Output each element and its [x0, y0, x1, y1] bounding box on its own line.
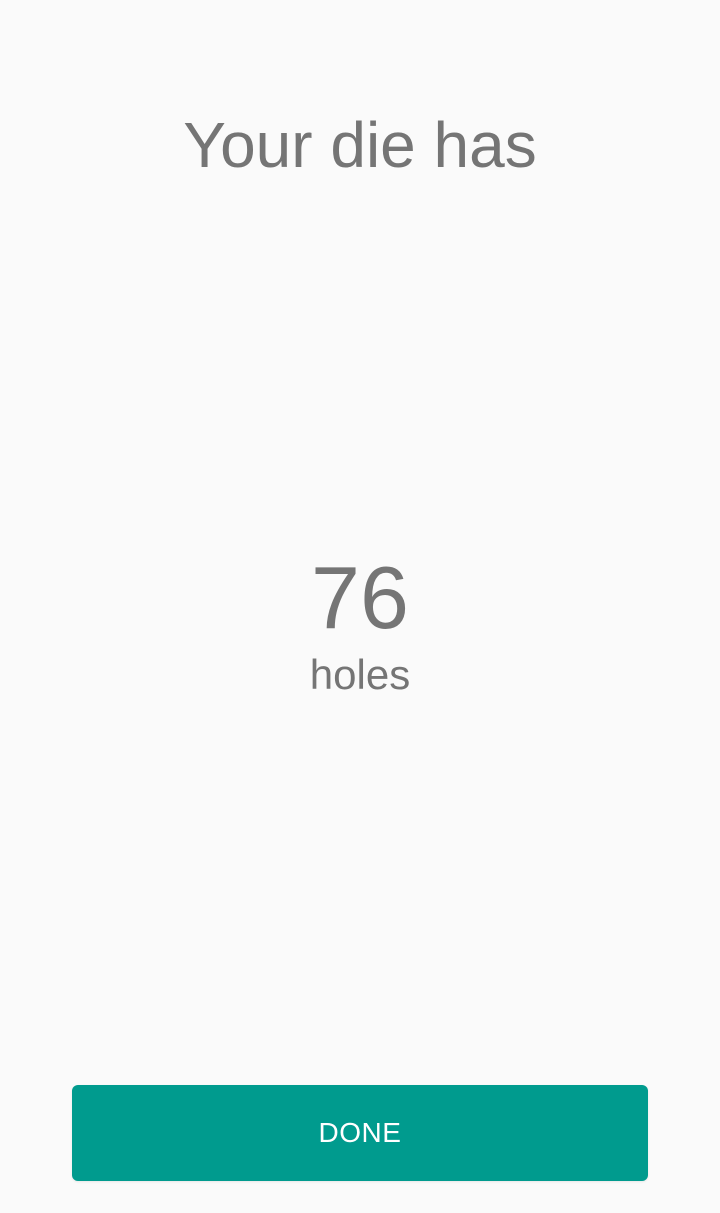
hole-count-unit: holes [309, 651, 411, 698]
result-screen: Your die has 76 holes DONE [0, 0, 720, 1213]
hole-count-value: 76 [311, 548, 409, 647]
done-button[interactable]: DONE [72, 1085, 648, 1181]
page-title: Your die has [183, 109, 537, 181]
hole-count-display: 76 holes [0, 546, 720, 702]
